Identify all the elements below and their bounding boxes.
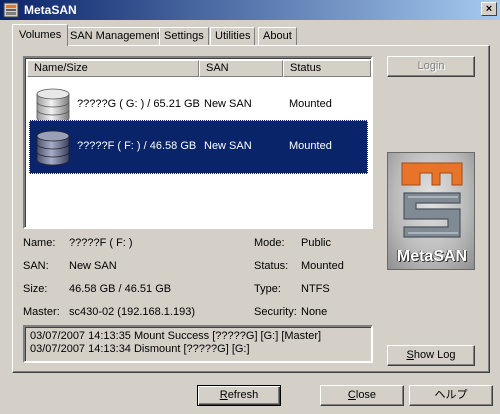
window-title: MetaSAN (24, 3, 77, 17)
close-window-button[interactable]: × (481, 2, 497, 16)
close-button[interactable]: Close (320, 385, 404, 406)
master-label: Master: (23, 306, 60, 318)
type-label: Type: (254, 283, 281, 295)
disk-drive-icon (36, 130, 70, 166)
size-label: Size: (23, 283, 48, 295)
name-value: ?????F ( F: ) (69, 237, 133, 249)
volume-san: New SAN (204, 98, 252, 110)
column-header-name-size[interactable]: Name/Size (27, 60, 199, 77)
type-value: NTFS (301, 283, 330, 295)
metasan-window: MetaSAN × Volumes SAN Management Setting… (0, 0, 500, 414)
volume-status: Mounted (289, 140, 332, 152)
list-header: Name/Size SAN Status (27, 60, 371, 77)
volume-row-f[interactable]: ?????F ( F: ) / 46.58 GB New SAN Mounted (29, 120, 368, 174)
security-label: Security: (254, 306, 297, 318)
size-value: 46.58 GB / 46.51 GB (69, 283, 172, 295)
help-button[interactable]: ヘルプ (409, 385, 493, 406)
show-log-mnemonic: S (406, 349, 414, 361)
refresh-mnemonic: R (219, 389, 228, 401)
volume-name-size: ?????G ( G: ) / 65.21 GB (77, 98, 200, 110)
metasan-logo: MetaSAN (387, 152, 475, 270)
tab-settings[interactable]: Settings (159, 27, 209, 45)
title-bar[interactable]: MetaSAN × (0, 0, 500, 20)
metasan-logo-mark (401, 162, 463, 238)
san-label: SAN: (23, 260, 49, 272)
status-label: Status: (254, 260, 289, 272)
mode-value: Public (301, 237, 331, 249)
status-value: Mounted (301, 260, 344, 272)
close-label-post: lose (355, 389, 377, 401)
log-line: 03/07/2007 14:13:35 Mount Success [?????… (30, 330, 322, 342)
tab-about[interactable]: About (258, 27, 297, 45)
mode-label: Mode: (254, 237, 285, 249)
volume-status: Mounted (289, 98, 332, 110)
disk-drive-icon (36, 88, 70, 124)
tab-volumes[interactable]: Volumes (12, 24, 69, 46)
show-log-label-post: how Log (413, 349, 456, 361)
name-label: Name: (23, 237, 56, 249)
volumes-list[interactable]: Name/Size SAN Status ?????G ( G: ) / 65.… (23, 56, 373, 229)
tab-san-management[interactable]: SAN Management (65, 27, 165, 45)
login-button[interactable]: Login (387, 56, 475, 77)
tab-utilities[interactable]: Utilities (210, 27, 256, 45)
log-line: 03/07/2007 14:13:34 Dismount [?????G] [G… (30, 343, 250, 355)
column-header-san[interactable]: SAN (199, 60, 283, 77)
close-mnemonic: C (347, 389, 356, 401)
master-value: sc430-02 (192.168.1.193) (69, 306, 195, 318)
event-log[interactable]: 03/07/2007 14:13:35 Mount Success [?????… (23, 325, 373, 363)
san-value: New SAN (69, 260, 117, 272)
security-value: None (301, 306, 328, 318)
show-log-button[interactable]: Show Log (387, 345, 475, 366)
refresh-label-post: efresh (227, 389, 259, 401)
volume-name-size: ?????F ( F: ) / 46.58 GB (77, 140, 197, 152)
column-header-status[interactable]: Status (283, 60, 371, 77)
refresh-button[interactable]: Refresh (197, 385, 281, 406)
volume-san: New SAN (204, 140, 252, 152)
app-icon (3, 2, 19, 18)
logo-text: MetaSAN (396, 248, 468, 265)
